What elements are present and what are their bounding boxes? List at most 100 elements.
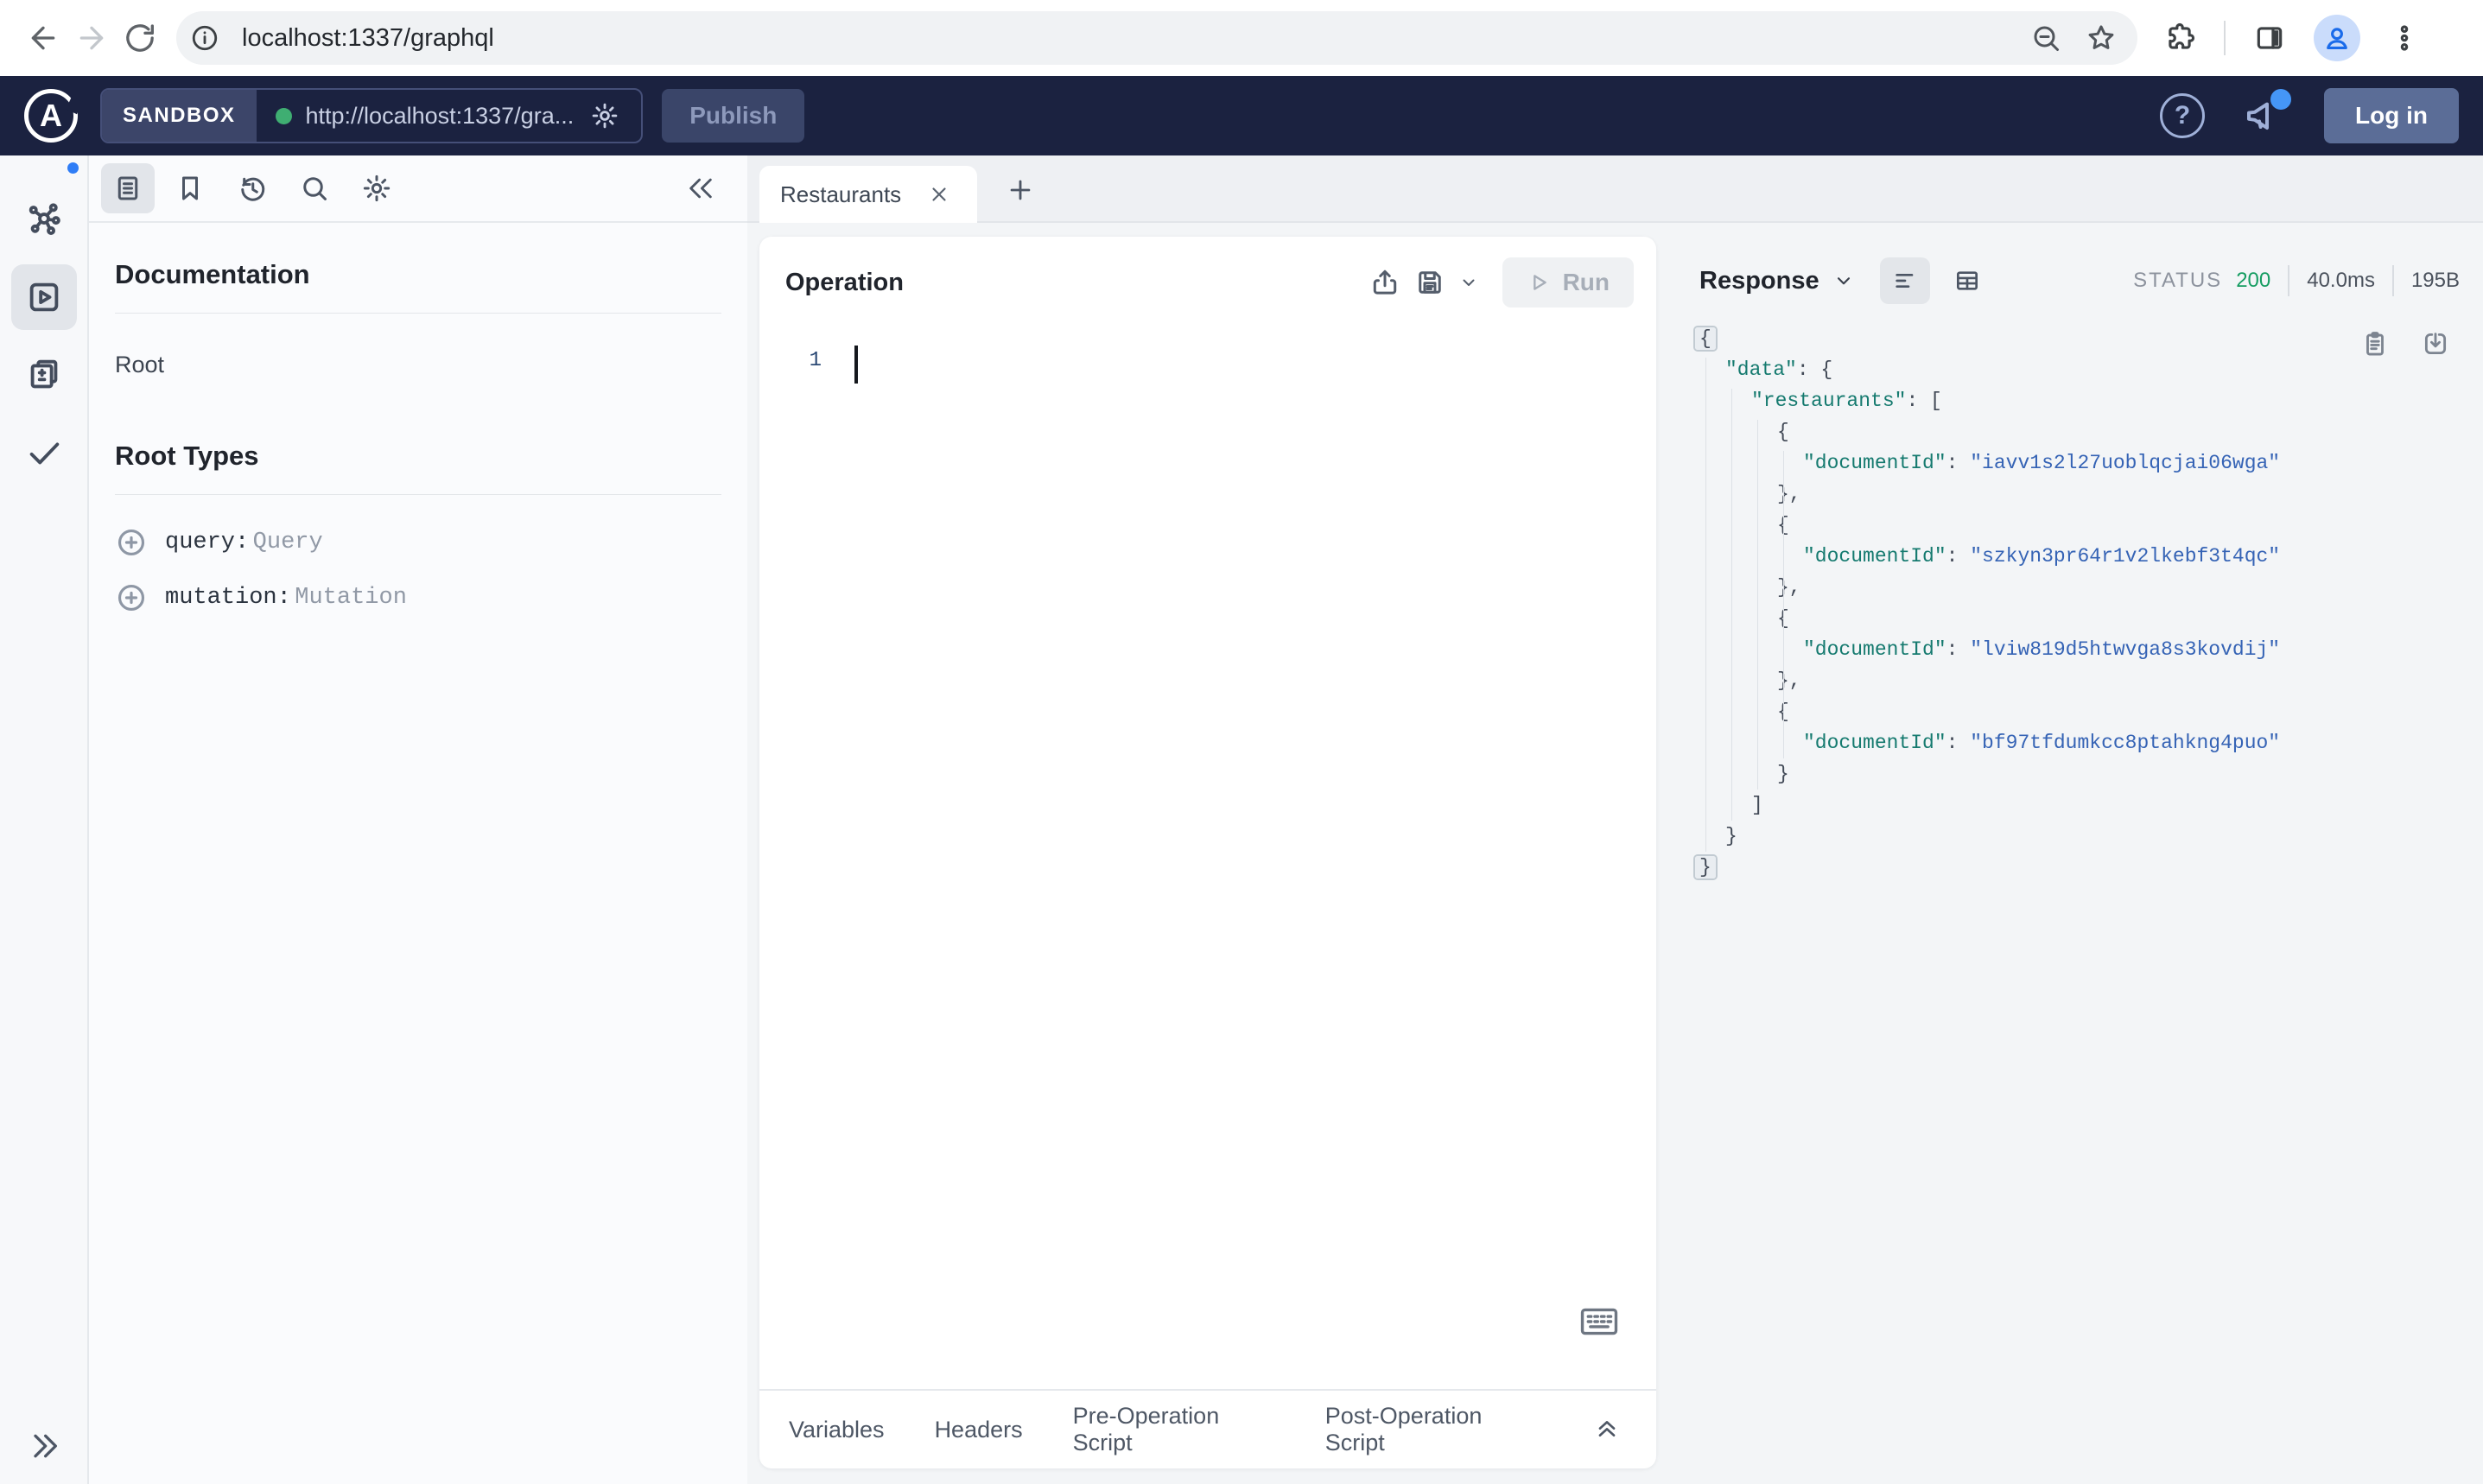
rail-notification-dot <box>67 162 79 174</box>
json-line: "documentId": "szkyn3pr64r1v2lkebf3t4qc" <box>1803 545 2281 568</box>
response-dropdown-icon[interactable] <box>1826 263 1861 298</box>
add-field-icon[interactable] <box>115 581 148 614</box>
documentation-tab-icon[interactable] <box>101 163 155 213</box>
endpoint-url-segment[interactable]: http://localhost:1337/gra... <box>257 90 642 142</box>
json-line: }, <box>1777 483 1801 505</box>
response-json: {"data": {"restaurants": [{"documentId":… <box>1695 323 2460 883</box>
table-view-icon[interactable] <box>1942 257 1992 304</box>
tab-post-operation-script[interactable]: Post-Operation Script <box>1325 1403 1538 1456</box>
nav-rail <box>0 155 89 1484</box>
response-time: 40.0ms <box>2307 269 2375 292</box>
help-icon[interactable]: ? <box>2160 93 2206 138</box>
tab-variables[interactable]: Variables <box>789 1417 885 1443</box>
root-type-query[interactable]: query: Query <box>115 526 721 559</box>
login-button[interactable]: Log in <box>2324 88 2459 143</box>
root-type-type[interactable]: Mutation <box>295 585 407 611</box>
browser-menu-icon[interactable] <box>2383 16 2426 60</box>
url-text: localhost:1337/graphql <box>242 23 494 52</box>
indent-guide <box>1731 389 1732 821</box>
close-tab-icon[interactable] <box>922 177 956 212</box>
json-line: { <box>1695 323 2460 354</box>
screen: localhost:1337/graphql A SANDBOX http://… <box>0 0 2483 1484</box>
divider <box>115 313 721 314</box>
operation-panel: Operation Run 1 Variables Headers Pre-Op… <box>759 237 1656 1468</box>
sandbox-badge: SANDBOX <box>102 90 257 142</box>
notification-dot <box>2270 89 2292 110</box>
documentation-title: Documentation <box>115 259 310 289</box>
indent-guide <box>1705 358 1706 852</box>
tab-headers[interactable]: Headers <box>935 1417 1023 1443</box>
response-panel: Response STATUS 200 40.0ms 195B {"data"… <box>1656 223 2483 1484</box>
side-panel-icon[interactable] <box>2248 16 2291 60</box>
root-type-type[interactable]: Query <box>253 530 323 555</box>
saved-operations-icon[interactable] <box>163 163 217 213</box>
line-number: 1 <box>809 349 822 372</box>
changes-icon[interactable] <box>11 342 77 408</box>
extensions-icon[interactable] <box>2158 16 2201 60</box>
add-field-icon[interactable] <box>115 526 148 559</box>
settings-gear-icon[interactable] <box>350 163 403 213</box>
new-tab-icon[interactable] <box>1000 169 1041 211</box>
profile-avatar[interactable] <box>2314 15 2360 61</box>
main-area: Restaurants Operation Run 1 Variables He… <box>747 155 2483 1484</box>
site-info-icon[interactable] <box>183 16 226 60</box>
metric-divider <box>2391 265 2394 296</box>
publish-button[interactable]: Publish <box>662 89 805 143</box>
toolbar-divider <box>2224 21 2226 55</box>
json-line: } <box>1725 825 1737 847</box>
root-type-name: mutation: <box>165 585 291 611</box>
tab-pre-operation-script[interactable]: Pre-Operation Script <box>1073 1403 1275 1456</box>
search-icon[interactable] <box>288 163 341 213</box>
bookmark-star-icon[interactable] <box>2080 17 2122 59</box>
browser-toolbar: localhost:1337/graphql <box>0 0 2483 76</box>
history-icon[interactable] <box>225 163 279 213</box>
endpoint-chip[interactable]: SANDBOX http://localhost:1337/gra... <box>100 88 644 143</box>
json-view-icon[interactable] <box>1879 257 1930 304</box>
save-operation-icon[interactable] <box>1407 260 1452 305</box>
announcements-icon[interactable] <box>2239 89 2292 139</box>
response-size: 195B <box>2410 269 2460 292</box>
root-link[interactable]: Root <box>115 352 164 378</box>
address-bar[interactable]: localhost:1337/graphql <box>176 11 2137 65</box>
response-title: Response <box>1699 266 1819 295</box>
schema-icon[interactable] <box>11 187 77 252</box>
connection-status-dot <box>275 107 292 124</box>
tab-label: Restaurants <box>780 181 902 207</box>
json-line: ] <box>1751 794 1763 816</box>
operation-editor[interactable]: 1 <box>759 323 1656 1389</box>
apollo-logo-letter: A <box>40 98 62 133</box>
root-types-title: Root Types <box>115 441 259 471</box>
expand-sidebar-icon[interactable] <box>20 1422 68 1470</box>
collapse-panel-icon[interactable] <box>676 164 725 212</box>
status-label: STATUS <box>2133 269 2223 292</box>
share-operation-icon[interactable] <box>1362 260 1407 305</box>
apollo-toolbar: A SANDBOX http://localhost:1337/gra... P… <box>0 76 2483 155</box>
save-menu-caret-icon[interactable] <box>1454 265 1483 300</box>
metric-divider <box>2288 265 2290 296</box>
apollo-logo: A <box>24 89 83 143</box>
endpoint-url: http://localhost:1337/gra... <box>305 102 575 129</box>
root-type-name: query: <box>165 530 250 555</box>
explorer-icon[interactable] <box>10 264 77 330</box>
json-line: "data": { <box>1725 358 1833 381</box>
json-line: } <box>1777 763 1789 785</box>
root-type-mutation[interactable]: mutation: Mutation <box>115 581 721 614</box>
operation-footer: Variables Headers Pre-Operation Script P… <box>759 1389 1656 1468</box>
run-button[interactable]: Run <box>1502 257 1634 308</box>
endpoint-settings-icon[interactable] <box>587 98 622 133</box>
json-line: "documentId": "iavv1s2l27uoblqcjai06wga" <box>1803 452 2281 474</box>
forward-icon[interactable] <box>67 14 116 62</box>
operation-tabstrip: Restaurants <box>747 155 2483 223</box>
content-area: Documentation Root Root Types query: Que… <box>0 155 2483 1484</box>
json-line: }, <box>1777 669 1801 692</box>
tab-restaurants[interactable]: Restaurants <box>759 166 977 223</box>
json-line: "documentId": "bf97tfdumkcc8ptahkng4puo" <box>1803 732 2281 754</box>
back-icon[interactable] <box>19 14 67 62</box>
zoom-icon[interactable] <box>2025 17 2067 59</box>
keyboard-shortcuts-icon[interactable] <box>1580 1306 1620 1341</box>
json-line: { <box>1699 696 2460 727</box>
reload-icon[interactable] <box>116 14 164 62</box>
json-line: { <box>1699 603 2460 634</box>
expand-footer-icon[interactable] <box>1587 1409 1627 1450</box>
checks-icon[interactable] <box>11 420 77 485</box>
